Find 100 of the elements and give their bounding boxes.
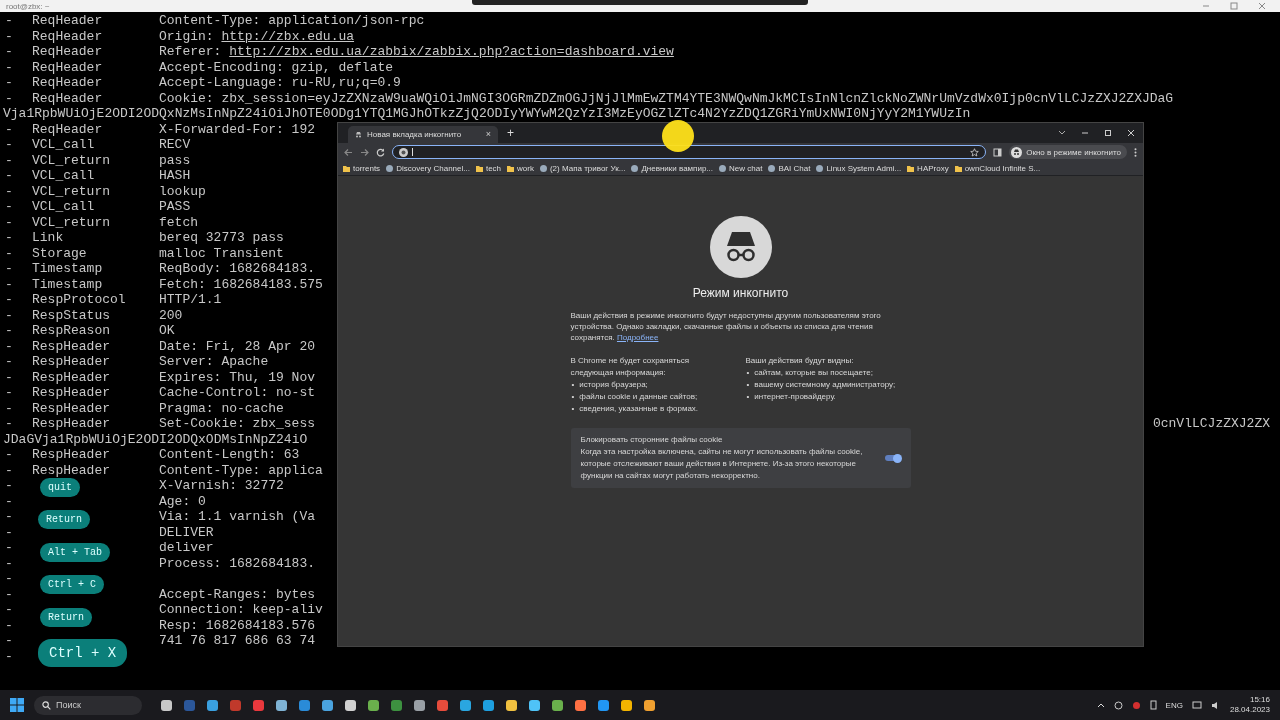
bookmark-item[interactable]: HAProxy (907, 163, 949, 173)
tab-close-button[interactable]: × (485, 130, 491, 139)
app-icon[interactable] (505, 698, 518, 712)
forward-icon[interactable] (360, 147, 369, 157)
bookmark-item[interactable]: (2) Мапа тривог Ук... (539, 163, 626, 173)
start-icon[interactable] (10, 698, 24, 712)
bookmark-item[interactable]: Discovery Channel... (386, 163, 470, 173)
terminal-dash: - (5, 493, 13, 509)
clock-time[interactable]: 15:16 (1249, 695, 1270, 705)
log-value: 0cnVlLCJzZXJ2ZX (1152, 416, 1270, 432)
folder-icon (907, 164, 915, 172)
close-icon[interactable] (1127, 129, 1135, 137)
app-icon[interactable] (344, 698, 357, 712)
side-panel-icon[interactable] (993, 147, 1003, 157)
terminal-dash: - (5, 555, 13, 571)
incognito-icon (355, 131, 362, 138)
address-bar[interactable] (392, 145, 987, 159)
clock-date[interactable]: 28.04.2023 (1229, 705, 1270, 715)
maximize-icon[interactable] (1104, 129, 1112, 137)
browser-tab[interactable]: Новая вкладка инкогнито × (348, 126, 498, 143)
app-icon[interactable] (367, 698, 380, 712)
log-value: Accept-Ranges: bytes (159, 586, 316, 602)
new-tab-button[interactable]: + (507, 127, 514, 139)
app-icon[interactable] (459, 698, 472, 712)
bullet: • (746, 367, 750, 379)
terminal-dash: - (5, 524, 13, 540)
star-icon[interactable] (970, 147, 980, 157)
log-value: ReqBody: 1682684183. (159, 261, 316, 277)
log-value: deliver (159, 540, 214, 556)
log-tag: ReqHeader (32, 13, 103, 28)
log-value: Content-Type: application/json-rpc (159, 13, 425, 29)
log-value: Accept-Encoding: gzip, deflate (159, 59, 394, 75)
app-icon[interactable] (413, 698, 426, 712)
terminal-dash: - (5, 214, 13, 230)
app-icon[interactable] (620, 698, 633, 712)
reload-icon[interactable] (376, 147, 385, 157)
terminal-dash: - (5, 245, 13, 261)
app-icon[interactable] (597, 698, 610, 712)
app-icon[interactable] (574, 698, 587, 712)
back-icon[interactable] (344, 147, 353, 157)
site-icon (386, 164, 394, 172)
search-field[interactable]: Поиск (34, 695, 142, 715)
bookmark-item[interactable]: BAI Chat (768, 163, 811, 173)
app-icon[interactable] (206, 698, 219, 712)
network-icon[interactable] (1191, 700, 1202, 710)
bookmark-item[interactable]: ownCloud Infinite S... (954, 163, 1041, 173)
tab-title: Новая вкладка инкогнито (367, 130, 463, 139)
app-icon[interactable] (321, 698, 334, 712)
incognito-icon (709, 216, 772, 278)
log-tag: VCL_call (32, 199, 95, 214)
list-item: файлы cookie и данные сайтов; (579, 391, 698, 403)
app-icon[interactable] (643, 698, 656, 712)
app-icon[interactable] (528, 698, 541, 712)
site-icon (768, 164, 776, 172)
terminal-dash: - (5, 602, 13, 617)
app-icon[interactable] (298, 698, 311, 712)
site-icon (539, 164, 547, 172)
bookmark-item[interactable]: Linux System Admi... (816, 163, 902, 173)
bookmark-item[interactable]: work (507, 163, 534, 173)
log-tag: VCL_call (32, 168, 95, 183)
card-text: Когда эта настройка включена, сайты не могут использовать файлы cookie, которые отслеживают ваши действия в Интернете. Из-за этого некоторые функции на сайтах могут работать некорректно. (580, 446, 864, 482)
chevron-down-icon[interactable] (1058, 130, 1066, 136)
toggle-switch[interactable] (884, 455, 901, 461)
app-icon[interactable] (551, 698, 564, 712)
key-badge: Return (38, 510, 90, 529)
log-value: Fetch: 1682684183.575 (159, 276, 323, 292)
app-icon[interactable] (275, 698, 288, 712)
log-value: 741 76 817 686 63 74 (159, 633, 316, 649)
log-value: Resp: 1682684183.576 (159, 617, 316, 633)
log-tag: Link (32, 230, 64, 245)
cursor-highlight (662, 120, 694, 152)
log-tag: RespHeader (32, 400, 110, 416)
key-badge: Alt + Tab (40, 543, 110, 562)
log-value: DELIVER (159, 524, 214, 540)
log-tag: Timestamp (32, 261, 103, 276)
log-value: X-Forwarded-For: 192 (159, 121, 316, 137)
log-tag: ReqHeader (32, 75, 103, 90)
list-item: история браузера; (579, 379, 648, 391)
app-icon[interactable] (160, 698, 173, 712)
language-indicator[interactable]: ENG (1165, 700, 1183, 710)
app-icon[interactable] (482, 698, 495, 712)
folder-icon (475, 164, 483, 172)
log-tag: RespHeader (32, 385, 110, 400)
bookmark-item[interactable]: New chat (719, 163, 763, 173)
bookmark-item[interactable]: tech (475, 163, 502, 173)
log-value: Process: 1682684183. (159, 555, 316, 571)
terminal-dash: - (5, 338, 13, 354)
minimize-icon[interactable] (1081, 129, 1089, 137)
profile-button[interactable]: Окно в режиме инкогнито (1009, 145, 1127, 159)
bookmark-item[interactable]: Дневники вампир... (631, 163, 714, 173)
log-tag: RespReason (32, 323, 110, 338)
bookmark-item[interactable]: torrents (343, 163, 381, 173)
terminal-dash: - (5, 75, 13, 90)
learn-more-link[interactable]: Подробнее (616, 333, 659, 342)
log-value: Age: 0 (159, 493, 206, 509)
log-value: Set-Cookie: zbx_sess (159, 416, 316, 432)
chevron-up-icon[interactable] (1096, 702, 1105, 708)
bullet: • (571, 379, 575, 391)
terminal-dash: - (5, 586, 13, 602)
menu-icon[interactable] (1134, 147, 1137, 157)
